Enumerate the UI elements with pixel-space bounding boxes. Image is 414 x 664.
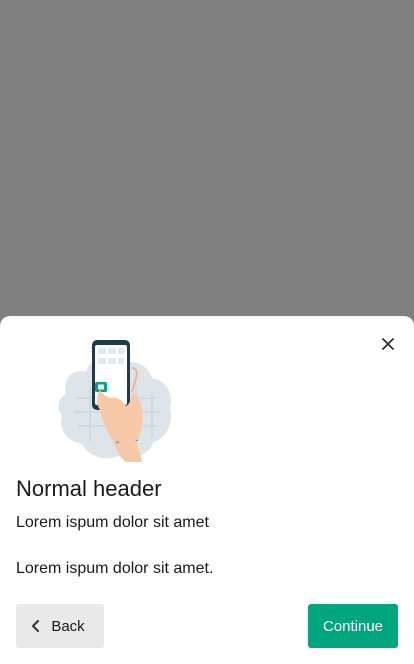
- continue-button[interactable]: Continue: [308, 604, 398, 648]
- back-button-label: Back: [51, 617, 85, 635]
- dialog-body-text: Lorem ispum dolor sit amet.: [16, 560, 214, 577]
- back-button[interactable]: Back: [16, 604, 104, 648]
- bottom-sheet-dialog: Normal header Lorem ispum dolor sit amet…: [0, 316, 414, 664]
- dialog-subtitle: Lorem ispum dolor sit amet: [16, 514, 209, 531]
- hand-holding-phone-illustration: [58, 340, 172, 462]
- close-button[interactable]: [376, 332, 400, 356]
- dialog-header: Normal header: [16, 476, 162, 501]
- close-icon: [382, 338, 394, 350]
- chevron-left-icon: [32, 620, 40, 632]
